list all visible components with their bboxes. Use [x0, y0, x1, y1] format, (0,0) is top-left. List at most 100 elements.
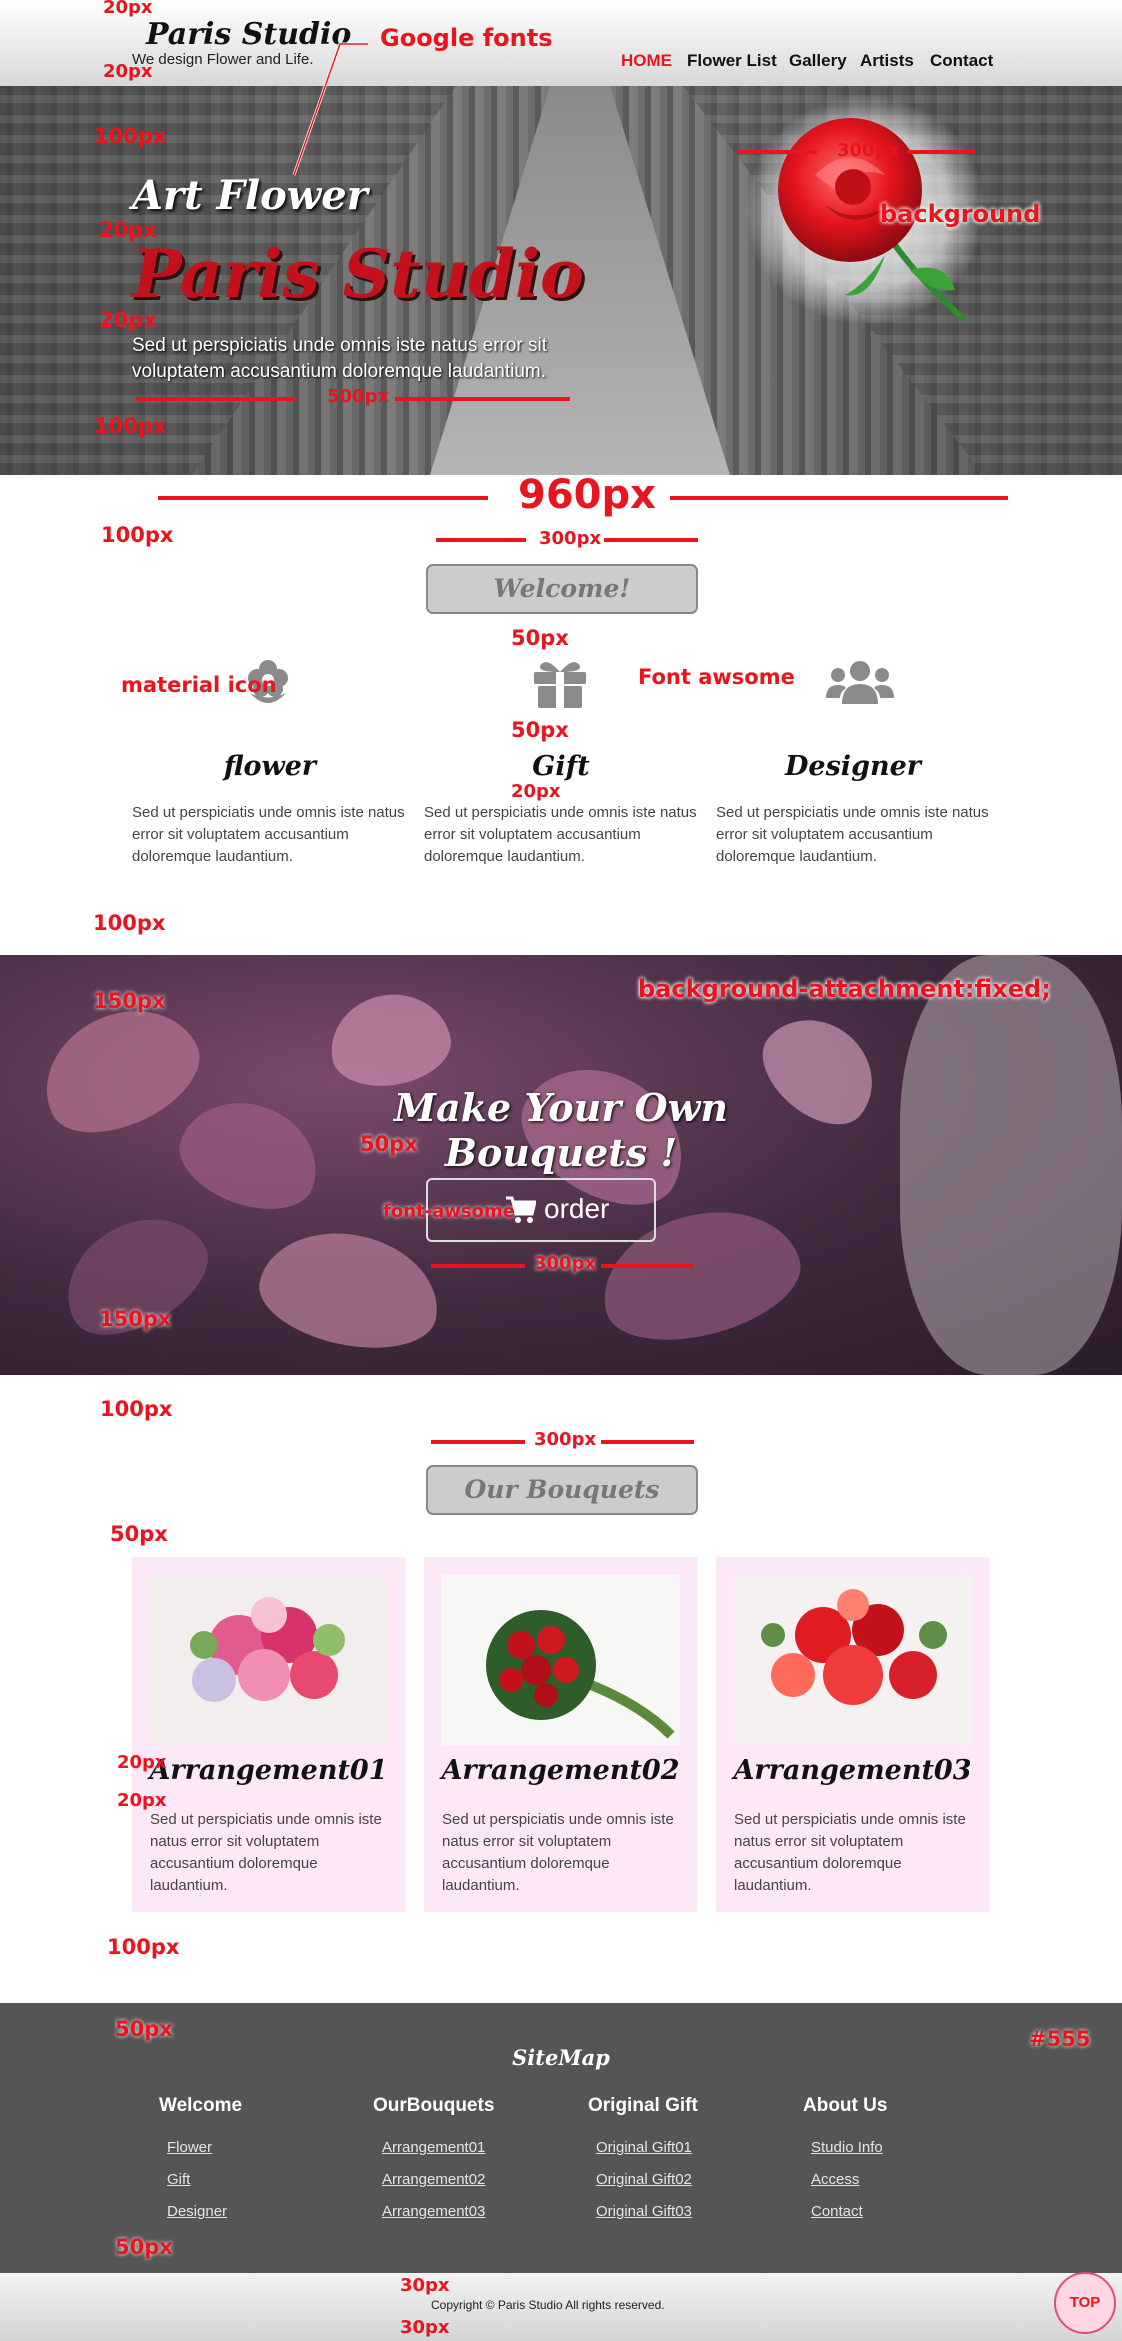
anno-100px-hero-top: 100px [94, 124, 167, 148]
order-button-label: order [544, 1193, 610, 1224]
bouquet-title-1: Arrangement01 [149, 1755, 388, 1786]
anno-300px-hero: 300px [837, 140, 900, 161]
anno-line-300-hero-l [737, 150, 817, 154]
feature-title-designer: Designer [785, 751, 921, 782]
anno-50px-band: 50px [360, 1132, 418, 1156]
anno-100px-footer: 100px [107, 1935, 180, 1959]
footer-link-access[interactable]: Access [811, 2171, 859, 2188]
anno-line-500-l [136, 397, 296, 401]
nav-gallery[interactable]: Gallery [789, 51, 847, 71]
anno-background: background [880, 200, 1041, 228]
bouquet-card-1[interactable]: Arrangement01 Sed ut perspiciatis unde o… [132, 1557, 405, 1912]
anno-300px-welcome: 300px [539, 528, 602, 549]
footer-heading-about: About Us [803, 2095, 888, 2116]
bouquet-text-1: Sed ut perspiciatis unde omnis iste natu… [150, 1811, 382, 1894]
anno-line-960-l [158, 496, 488, 500]
bouquet-text-2: Sed ut perspiciatis unde omnis iste natu… [442, 1811, 674, 1894]
copyright: Copyright © Paris Studio All rights rese… [431, 2298, 665, 2312]
anno-30px-b: 30px [400, 2317, 450, 2338]
gift-icon [534, 662, 586, 708]
bouquet-title-3: Arrangement03 [733, 1755, 972, 1786]
site-footer [0, 2003, 1122, 2273]
anno-bg-fixed: background-attachment:fixed; [638, 975, 1051, 1003]
anno-100px-band-top: 100px [93, 911, 166, 935]
footer-link-gift01[interactable]: Original Gift01 [596, 2139, 692, 2156]
anno-20px-top: 20px [103, 0, 153, 18]
anno-300px-bouquets: 300px [534, 1429, 597, 1450]
anno-50px-footer-top: 50px [115, 2017, 173, 2041]
bouquet-image-3 [733, 1575, 972, 1745]
bouquet-image-1 [149, 1575, 388, 1745]
bouquet-card-2[interactable]: Arrangement02 Sed ut perspiciatis unde o… [424, 1557, 697, 1912]
feature-text-gift: Sed ut perspiciatis unde omnis iste natu… [424, 804, 697, 865]
hero-text: Sed ut perspiciatis unde omnis iste natu… [132, 335, 548, 382]
nav-contact[interactable]: Contact [930, 51, 993, 71]
anno-font-awsome-band: font-awsome [383, 1201, 515, 1222]
footer-heading-bouquets: OurBouquets [373, 2095, 495, 2116]
footer-link-arrangement02[interactable]: Arrangement02 [382, 2171, 485, 2188]
anno-leader-line [292, 42, 368, 176]
footer-link-gift03[interactable]: Original Gift03 [596, 2203, 692, 2220]
anno-50px-welcome-a: 50px [511, 626, 569, 650]
anno-50px-bouquets: 50px [110, 1522, 168, 1546]
feature-text-flower: Sed ut perspiciatis unde omnis iste natu… [132, 804, 405, 865]
sitemap-title: SiteMap [512, 2045, 610, 2070]
back-to-top-button[interactable]: TOP [1054, 2272, 1116, 2334]
anno-100px-hero-bottom: 100px [94, 414, 167, 438]
welcome-title: Welcome! [426, 564, 698, 614]
anno-960px: 960px [518, 472, 656, 518]
footer-heading-welcome: Welcome [159, 2095, 243, 2116]
anno-line-300-welcome-l [436, 538, 526, 542]
anno-20px-header: 20px [103, 61, 153, 82]
users-icon [826, 661, 894, 704]
anno-line-300-welcome-r [604, 538, 698, 542]
footer-link-studio-info[interactable]: Studio Info [811, 2139, 883, 2156]
anno-100px-bouquets: 100px [100, 1397, 173, 1421]
anno-20px-hero-b: 20px [99, 308, 157, 332]
bouquet-text-3: Sed ut perspiciatis unde omnis iste natu… [734, 1811, 966, 1894]
nav-flower-list[interactable]: Flower List [687, 51, 777, 71]
anno-20px-card-a: 20px [117, 1752, 167, 1773]
footer-link-arrangement01[interactable]: Arrangement01 [382, 2139, 485, 2156]
footer-link-arrangement03[interactable]: Arrangement03 [382, 2203, 485, 2220]
anno-20px-hero-a: 20px [99, 218, 157, 242]
footer-link-gift02[interactable]: Original Gift02 [596, 2171, 692, 2188]
anno-line-300-band-l [431, 1264, 525, 1268]
footer-link-contact[interactable]: Contact [811, 2203, 863, 2220]
anno-line-500-r [395, 397, 570, 401]
bouquet-card-3[interactable]: Arrangement03 Sed ut perspiciatis unde o… [716, 1557, 989, 1912]
footer-heading-gift: Original Gift [588, 2095, 698, 2116]
bouquets-title: Our Bouquets [426, 1465, 698, 1515]
anno-30px-a: 30px [400, 2275, 450, 2296]
anno-500px: 500px [327, 386, 390, 407]
anno-google-fonts: Google fonts [380, 24, 553, 52]
anno-50px-welcome-b: 50px [511, 718, 569, 742]
anno-150px-band-bottom: 150px [99, 1307, 172, 1331]
anno-line-960-r [670, 496, 1008, 500]
anno-font-awesome: Font awsome [638, 665, 795, 689]
anno-50px-footer-bottom: 50px [115, 2235, 173, 2259]
banner-title: Make Your Own Bouquets ! [394, 1085, 728, 1175]
feature-title-gift: Gift [532, 751, 590, 782]
anno-300px-band: 300px [534, 1253, 597, 1274]
nav-home[interactable]: HOME [621, 51, 672, 71]
anno-20px-card-b: 20px [117, 1790, 167, 1811]
anno-material-icon: material icon [121, 673, 277, 697]
anno-line-300-hero-r [907, 150, 975, 154]
site-header: Paris Studio We design Flower and Life. … [0, 0, 1122, 86]
anno-line-300-bouq-l [431, 1440, 525, 1444]
footer-link-designer[interactable]: Designer [167, 2203, 227, 2220]
nav-artists[interactable]: Artists [860, 51, 914, 71]
footer-link-gift[interactable]: Gift [167, 2171, 190, 2188]
hero-title: Paris Studio [132, 235, 584, 313]
bouquet-title-2: Arrangement02 [441, 1755, 680, 1786]
bouquet-image-2 [441, 1575, 680, 1745]
anno-line-300-bouq-r [601, 1440, 694, 1444]
feature-title-flower: flower [223, 751, 317, 782]
feature-text-designer: Sed ut perspiciatis unde omnis iste natu… [716, 804, 989, 865]
anno-150px-band-top: 150px [93, 989, 166, 1013]
footer-link-flower[interactable]: Flower [167, 2139, 212, 2156]
anno-100px-welcome: 100px [101, 523, 174, 547]
tagline: We design Flower and Life. [132, 51, 314, 68]
anno-20px-welcome: 20px [511, 781, 561, 802]
